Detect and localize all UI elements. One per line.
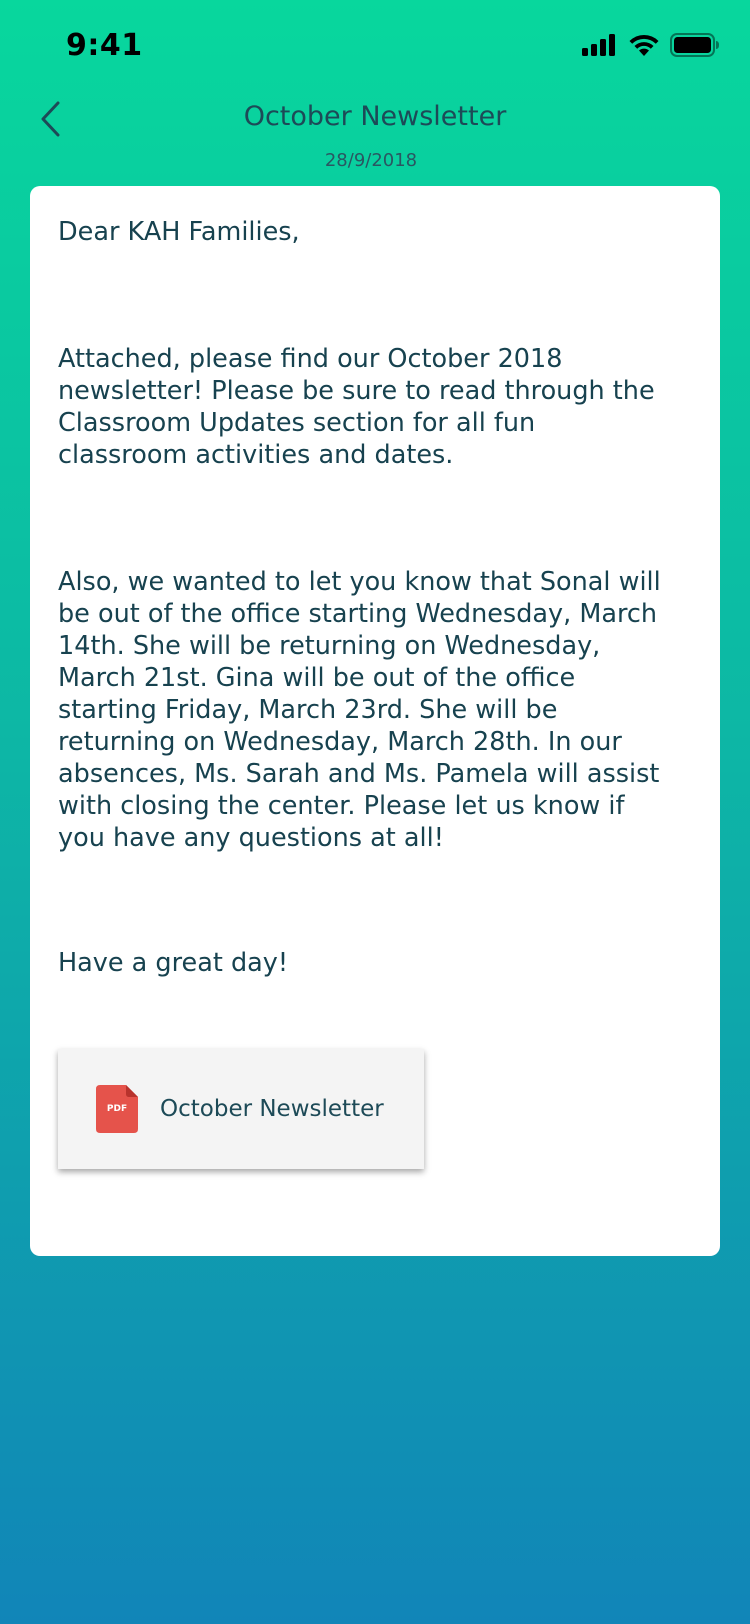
page-title: October Newsletter (243, 101, 507, 132)
cellular-signal-icon (582, 34, 618, 60)
letter-closing: Have a great day! (58, 948, 289, 978)
pdf-icon-label: PDF (106, 1104, 128, 1114)
newsletter-card: Dear KAH Families, Attached, please find… (30, 186, 720, 1256)
pdf-file-icon: PDF (96, 1085, 138, 1133)
status-bar: 9:41 (0, 0, 750, 90)
letter-paragraph: Attached, please find our October 2018 n… (58, 344, 655, 470)
letter-greeting: Dear KAH Families, (58, 217, 300, 247)
status-time: 9:41 (66, 28, 143, 63)
attachment-name: October Newsletter (160, 1096, 384, 1122)
pdf-attachment[interactable]: PDF October Newsletter (58, 1049, 424, 1169)
newsletter-date: 28/9/2018 (324, 150, 418, 171)
status-icons (582, 33, 720, 61)
wifi-icon (628, 34, 660, 61)
battery-icon (670, 33, 720, 61)
letter-paragraph: Also, we wanted to let you know that Son… (58, 567, 661, 853)
